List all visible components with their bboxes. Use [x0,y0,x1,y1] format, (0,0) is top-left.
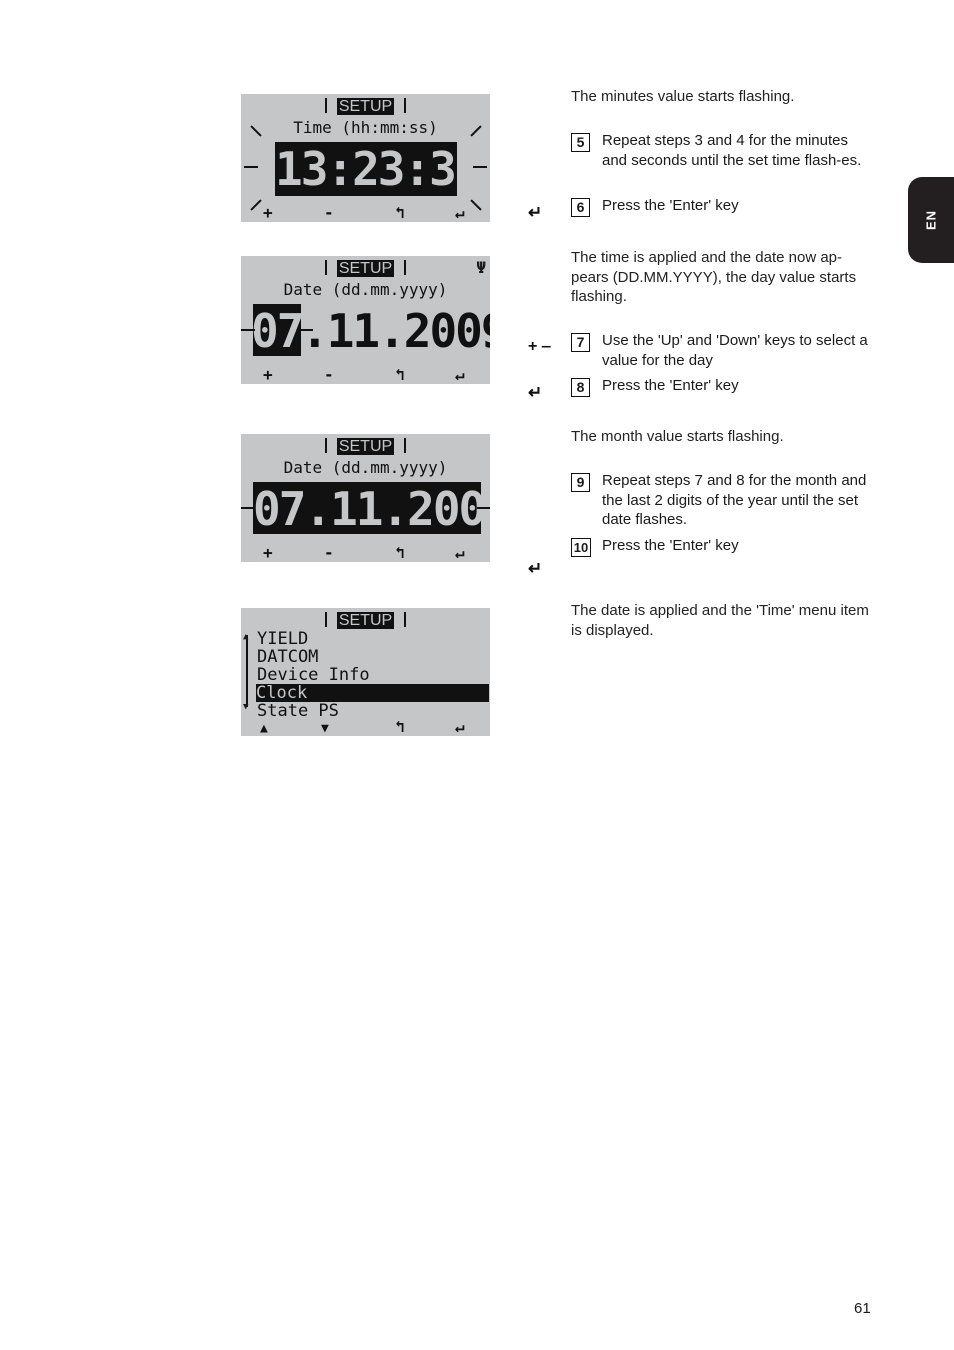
enter-key-icon[interactable]: ↵ [455,203,465,222]
para-time-applied: The time is applied and the date now ap-… [571,249,857,305]
lcd-header: SETUP [241,610,490,630]
enter-key-icon[interactable]: ↵ [455,543,465,562]
flash-ray [241,507,255,509]
flash-ray [477,507,490,509]
lcd-date-day-display: SETUP Ψ Date (dd.mm.yyyy) 07 .11.2009 + … [241,256,490,384]
step-number: 6 [571,198,590,217]
time-value: 13:23:37 [275,142,483,196]
enter-key-icon[interactable]: ↵ [455,365,465,384]
plus-key-icon[interactable]: + [263,203,273,222]
flash-ray [299,329,313,331]
para-date-applied: The date is applied and the 'Time' menu … [571,602,869,639]
flash-ray [473,166,487,168]
softkey-bar: + - ↰ ↵ [241,202,490,222]
plus-minus-keys-icon: + ‒ [528,338,551,355]
step-number: 10 [571,538,591,557]
scrollbar[interactable] [246,635,248,707]
step-text: Press the 'Enter' key [602,537,739,554]
back-key-icon[interactable]: ↰ [395,203,405,222]
language-label: EN [923,209,939,231]
menu-item-selected[interactable]: Clock [256,684,489,702]
menu-item[interactable]: DATCOM [257,648,318,666]
back-key-icon[interactable]: ↰ [395,543,405,562]
lcd-date-full-display: SETUP Date (dd.mm.yyyy) 07.11.2009 + - ↰… [241,434,490,562]
menu-item[interactable]: Device Info [257,666,370,684]
minus-key-icon[interactable]: - [324,203,334,222]
softkey-bar: + - ↰ ↵ [241,364,490,384]
back-key-icon[interactable]: ↰ [395,365,405,384]
setup-label: SETUP [336,98,395,115]
lcd-setup-menu-display: SETUP ▲ ▼ YIELD DATCOM Device Info Clock… [241,608,490,736]
setup-label: SETUP [336,438,395,455]
lcd-header: SETUP [241,436,490,456]
lcd-subtitle: Date (dd.mm.yyyy) [283,458,448,477]
menu-item[interactable]: YIELD [257,630,308,648]
step-number: 5 [571,133,590,152]
plus-key-icon[interactable]: + [263,365,273,384]
flash-ray [244,166,258,168]
para-month-flashing: The month value starts flashing. [571,428,784,445]
setup-label: SETUP [336,260,395,277]
lcd-time-display: SETUP Time (hh:mm:ss) 13:23:37 + - ↰ ↵ [241,94,490,222]
enter-key-icon: ↵ [528,203,543,222]
setup-label: SETUP [336,612,395,629]
up-key-icon[interactable]: ▲ [260,721,268,736]
step-number: 7 [571,333,590,352]
day-value: 07 [251,304,304,358]
step-number: 8 [571,378,590,397]
enter-key-icon: ↵ [528,559,543,578]
step-text: Press the 'Enter' key [602,197,739,214]
step-text: Use the 'Up' and 'Down' keys to select a… [602,332,868,369]
softkey-bar: + - ↰ ↵ [241,542,490,562]
minus-key-icon[interactable]: - [324,365,334,384]
page-number: 61 [854,1300,871,1317]
enter-key-icon[interactable]: ↵ [455,717,465,736]
plus-key-icon[interactable]: + [263,543,273,562]
date-value: 07.11.2009 [253,482,490,536]
softkey-bar: ▲ ▼ ↰ ↵ [241,716,490,736]
minus-key-icon[interactable]: - [324,543,334,562]
lcd-header: SETUP [241,258,490,278]
lcd-subtitle: Time (hh:mm:ss) [293,118,438,137]
para-minutes-flashing: The minutes value starts flashing. [571,88,795,105]
enter-key-icon: ↵ [528,383,543,402]
step-text: Repeat steps 3 and 4 for the minutes and… [602,132,862,169]
lcd-subtitle: Date (dd.mm.yyyy) [283,280,448,299]
language-tab: EN [908,177,954,263]
scroll-down-icon: ▼ [243,702,249,712]
scroll-up-icon: ▲ [243,632,249,642]
step-text: Repeat steps 7 and 8 for the month and t… [602,472,867,528]
date-rest-value: .11.2009 [301,304,490,358]
antenna-icon: Ψ [476,258,486,277]
lcd-header: SETUP [241,96,490,116]
step-text: Press the 'Enter' key [602,377,739,394]
step-number: 9 [571,473,590,492]
flash-ray [241,329,255,331]
back-key-icon[interactable]: ↰ [395,717,405,736]
down-key-icon[interactable]: ▼ [321,721,329,736]
